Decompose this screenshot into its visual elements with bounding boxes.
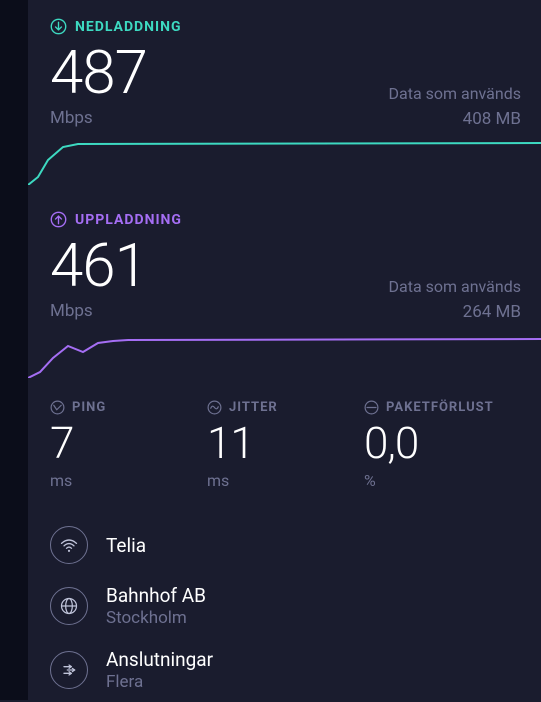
loss-value: 0,0 [364,421,521,465]
upload-chart [28,328,541,378]
connections-item[interactable]: Anslutningar Flera [50,638,521,702]
download-chart [28,135,541,185]
main-content: NEDLADDNING 487 Data som används Mbps 40… [28,0,541,702]
upload-unit: Mbps [50,301,93,321]
upload-arrow-icon [50,211,67,228]
connections-value: Flera [106,672,213,692]
loss-label: PAKETFÖRLUST [386,400,494,415]
download-arrow-icon [50,18,67,35]
download-label: NEDLADDNING [75,19,182,35]
download-unit: Mbps [50,108,93,128]
ping-unit: ms [50,471,207,490]
ping-value: 7 [50,421,207,465]
network-name: Telia [106,534,146,557]
jitter-value: 11 [207,421,364,465]
jitter-icon [207,400,222,415]
isp-name: Bahnhof AB [106,584,206,607]
ping-icon [50,400,65,415]
download-header: NEDLADDNING [50,18,521,35]
download-data-used-value: 408 MB [463,109,521,129]
connections-label: Anslutningar [106,648,213,671]
download-section: NEDLADDNING 487 Data som används Mbps 40… [28,0,541,185]
isp-location: Stockholm [106,608,206,628]
upload-data-used-label: Data som används [389,277,521,296]
loss-icon [364,400,379,415]
left-edge-panel [0,0,28,700]
upload-data-used-value: 264 MB [463,302,521,322]
upload-label: UPPLADDNING [75,212,182,228]
metrics-row: PING 7 ms JITTER 11 ms [28,378,541,490]
jitter-unit: ms [207,471,364,490]
upload-value: 461 [50,236,147,296]
upload-section: UPPLADDNING 461 Data som används Mbps 26… [28,185,541,378]
jitter-label: JITTER [229,400,278,415]
wifi-icon [50,526,88,564]
upload-data-used: Data som används [389,277,521,296]
ping-label: PING [72,400,106,415]
connections-icon [50,651,88,689]
download-data-used-label: Data som används [389,84,521,103]
ping-metric: PING 7 ms [50,400,207,490]
globe-icon [50,587,88,625]
download-value: 487 [50,43,147,103]
info-list: Telia Bahnhof AB Stockholm [28,490,541,702]
isp-item[interactable]: Bahnhof AB Stockholm [50,574,521,638]
loss-metric: PAKETFÖRLUST 0,0 % [364,400,521,490]
loss-unit: % [364,471,521,490]
jitter-metric: JITTER 11 ms [207,400,364,490]
upload-header: UPPLADDNING [50,211,521,228]
network-item[interactable]: Telia [50,516,521,574]
download-data-used: Data som används [389,84,521,103]
